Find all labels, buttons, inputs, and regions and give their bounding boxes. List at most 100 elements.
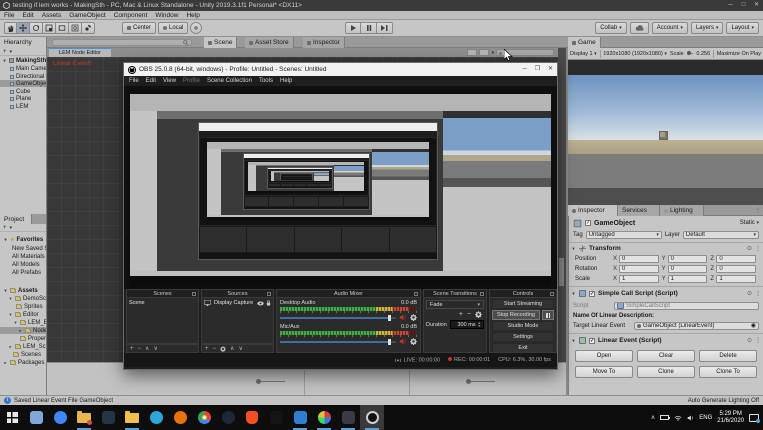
remove-scene-button[interactable]: − (138, 346, 142, 352)
dock-popout-icon[interactable] (480, 292, 484, 296)
help-icon[interactable]: ⊙ (747, 290, 752, 297)
tab-lem-node-editor[interactable]: LEM Node Editor (49, 48, 111, 57)
volume-slider[interactable] (280, 338, 396, 345)
obs-menu-help[interactable]: Help (280, 78, 292, 84)
object-picker-icon[interactable]: ◉ (751, 323, 756, 329)
taskbar-app-brave[interactable] (240, 405, 264, 430)
clone-to-button[interactable]: Clone To (699, 366, 757, 378)
space-toggle-button[interactable]: Local (158, 22, 189, 34)
script-field[interactable]: SimpleCallScript (614, 301, 759, 310)
lock-icon[interactable] (266, 300, 271, 306)
hierarchy-scene-root[interactable]: ▾ MakingSth (0, 57, 46, 64)
layout-button[interactable]: Layout ▾ (726, 22, 759, 34)
notification-center-icon[interactable] (749, 413, 760, 423)
move-scene-down-button[interactable]: ∨ (153, 345, 157, 352)
project-tree-item[interactable]: PropertyDrawers (0, 335, 46, 342)
component-menu-icon[interactable]: ⋮ (755, 245, 761, 252)
move-to-button[interactable]: Move To (575, 366, 633, 378)
tab-scene[interactable]: Scene (204, 37, 238, 48)
hierarchy-item[interactable]: Cube (0, 88, 46, 95)
dock-popout-icon[interactable] (550, 292, 554, 296)
enabled-checkbox[interactable]: ✓ (589, 290, 595, 297)
open-button[interactable]: Open (575, 350, 633, 362)
project-tree-item[interactable]: Sprites (0, 303, 46, 310)
cloud-button[interactable] (629, 22, 649, 34)
start-streaming-button[interactable]: Start Streaming (492, 299, 554, 309)
menu-assets[interactable]: Assets (42, 12, 62, 19)
scale-y-field[interactable]: 1 (667, 274, 708, 283)
menu-component[interactable]: Component (114, 12, 148, 19)
menu-edit[interactable]: Edit (22, 12, 33, 19)
add-button[interactable]: + (3, 49, 7, 55)
clear-button[interactable]: Clear (637, 350, 695, 362)
clone-button[interactable]: Clone (637, 366, 695, 378)
taskbar-app-media-dark[interactable] (264, 405, 288, 430)
favorite-item[interactable]: All Materials (0, 253, 46, 260)
scale-tool-button[interactable] (43, 22, 56, 34)
taskbar-app-steam[interactable] (216, 405, 240, 430)
taskbar-app-photos-wheel[interactable] (312, 405, 336, 430)
obs-menu-tools[interactable]: Tools (259, 78, 273, 84)
taskbar-app-file-explorer[interactable] (120, 405, 144, 430)
layers-button[interactable]: Layers ▾ (690, 22, 724, 34)
gameobject-name[interactable]: GameObject (594, 220, 635, 227)
taskbar-app-browser-circle[interactable] (48, 405, 72, 430)
search-field[interactable] (52, 39, 192, 46)
exit-button[interactable]: Exit (492, 343, 554, 352)
maximize-on-play-toggle[interactable]: Maximize On Play (717, 51, 761, 57)
favorite-item[interactable]: New Saved Search (0, 245, 46, 252)
volume-slider[interactable] (280, 314, 396, 321)
unity-close-button[interactable]: ✕ (750, 0, 763, 11)
hierarchy-item[interactable]: Main Camera (0, 65, 46, 72)
taskbar-app-mail-folder[interactable] (72, 405, 96, 430)
active-checkbox[interactable]: ✓ (585, 220, 591, 226)
mute-speaker-icon[interactable] (399, 314, 407, 321)
project-tree-item[interactable]: ▸LEM_Scripts (0, 343, 46, 350)
scale-slider[interactable] (686, 51, 694, 55)
obs-maximize-button[interactable]: ❐ (531, 64, 544, 75)
favorites-header[interactable]: ▾ ★ Favorites (0, 236, 46, 243)
unity-minimize-button[interactable]: ─ (724, 0, 737, 11)
plugin-button[interactable] (190, 22, 203, 34)
obs-menu-edit[interactable]: Edit (146, 78, 156, 84)
project-tree-item[interactable]: ▾ Assets (0, 287, 46, 294)
transform-tool-button[interactable] (69, 22, 82, 34)
move-tool-button[interactable] (17, 22, 30, 34)
eye-icon[interactable] (257, 301, 264, 306)
transform-component-header[interactable]: ▾ Transform ⊙ ⋮ (571, 244, 761, 253)
tab-hierarchy[interactable]: Hierarchy (0, 37, 47, 48)
project-tree-item[interactable]: ▾DemoScene (0, 295, 46, 302)
tab-project[interactable]: Project (0, 214, 32, 224)
favorite-item[interactable]: All Models (0, 261, 46, 268)
position-y-field[interactable]: 0 (667, 254, 708, 263)
hierarchy-item[interactable]: Plane (0, 95, 46, 102)
add-button[interactable]: + (3, 225, 7, 231)
remove-source-button[interactable]: − (213, 346, 217, 352)
enabled-checkbox[interactable]: ✓ (589, 337, 595, 344)
panel-menu-icon[interactable]: ⋮ (755, 207, 761, 214)
start-button[interactable] (0, 405, 24, 430)
simple-call-script-header[interactable]: ▾ ✓ Simple Call Script (Script) ⊙ ⋮ (571, 289, 761, 298)
auto-generate-lighting-status[interactable]: Auto Generate Lighting Off (688, 398, 759, 404)
dock-popout-icon[interactable] (192, 292, 196, 296)
menu-file[interactable]: File (4, 12, 14, 19)
rect-tool-button[interactable] (56, 22, 69, 34)
collab-button[interactable]: Collab ▾ (595, 22, 627, 34)
vertical-scrollbar[interactable] (558, 48, 566, 362)
hierarchy-item[interactable]: LEM (0, 103, 46, 110)
pivot-toggle-button[interactable]: Center (122, 22, 157, 34)
tab-inspector[interactable]: Inspector (568, 205, 618, 216)
menu-window[interactable]: Window (155, 12, 178, 19)
resolution-dropdown[interactable]: 1920x1080 (1920x1080) ▾ (603, 51, 667, 57)
obs-menu-profile[interactable]: Profile (183, 78, 200, 84)
linear-event-script-header[interactable]: ▾ ✓ Linear Event (Script) ⊙ ⋮ (571, 336, 761, 345)
scene-list-item[interactable]: Scene (127, 298, 198, 308)
gizmos-button[interactable] (479, 49, 490, 56)
taskbar-app-blue-tool[interactable] (288, 405, 312, 430)
taskbar-app-obs[interactable] (360, 405, 384, 430)
step-button[interactable] (377, 22, 393, 34)
tab-asset-store[interactable]: Asset Store (245, 37, 294, 48)
pause-recording-button[interactable] (542, 310, 554, 320)
battery-icon[interactable] (660, 415, 671, 420)
obs-menu-view[interactable]: View (163, 78, 176, 84)
